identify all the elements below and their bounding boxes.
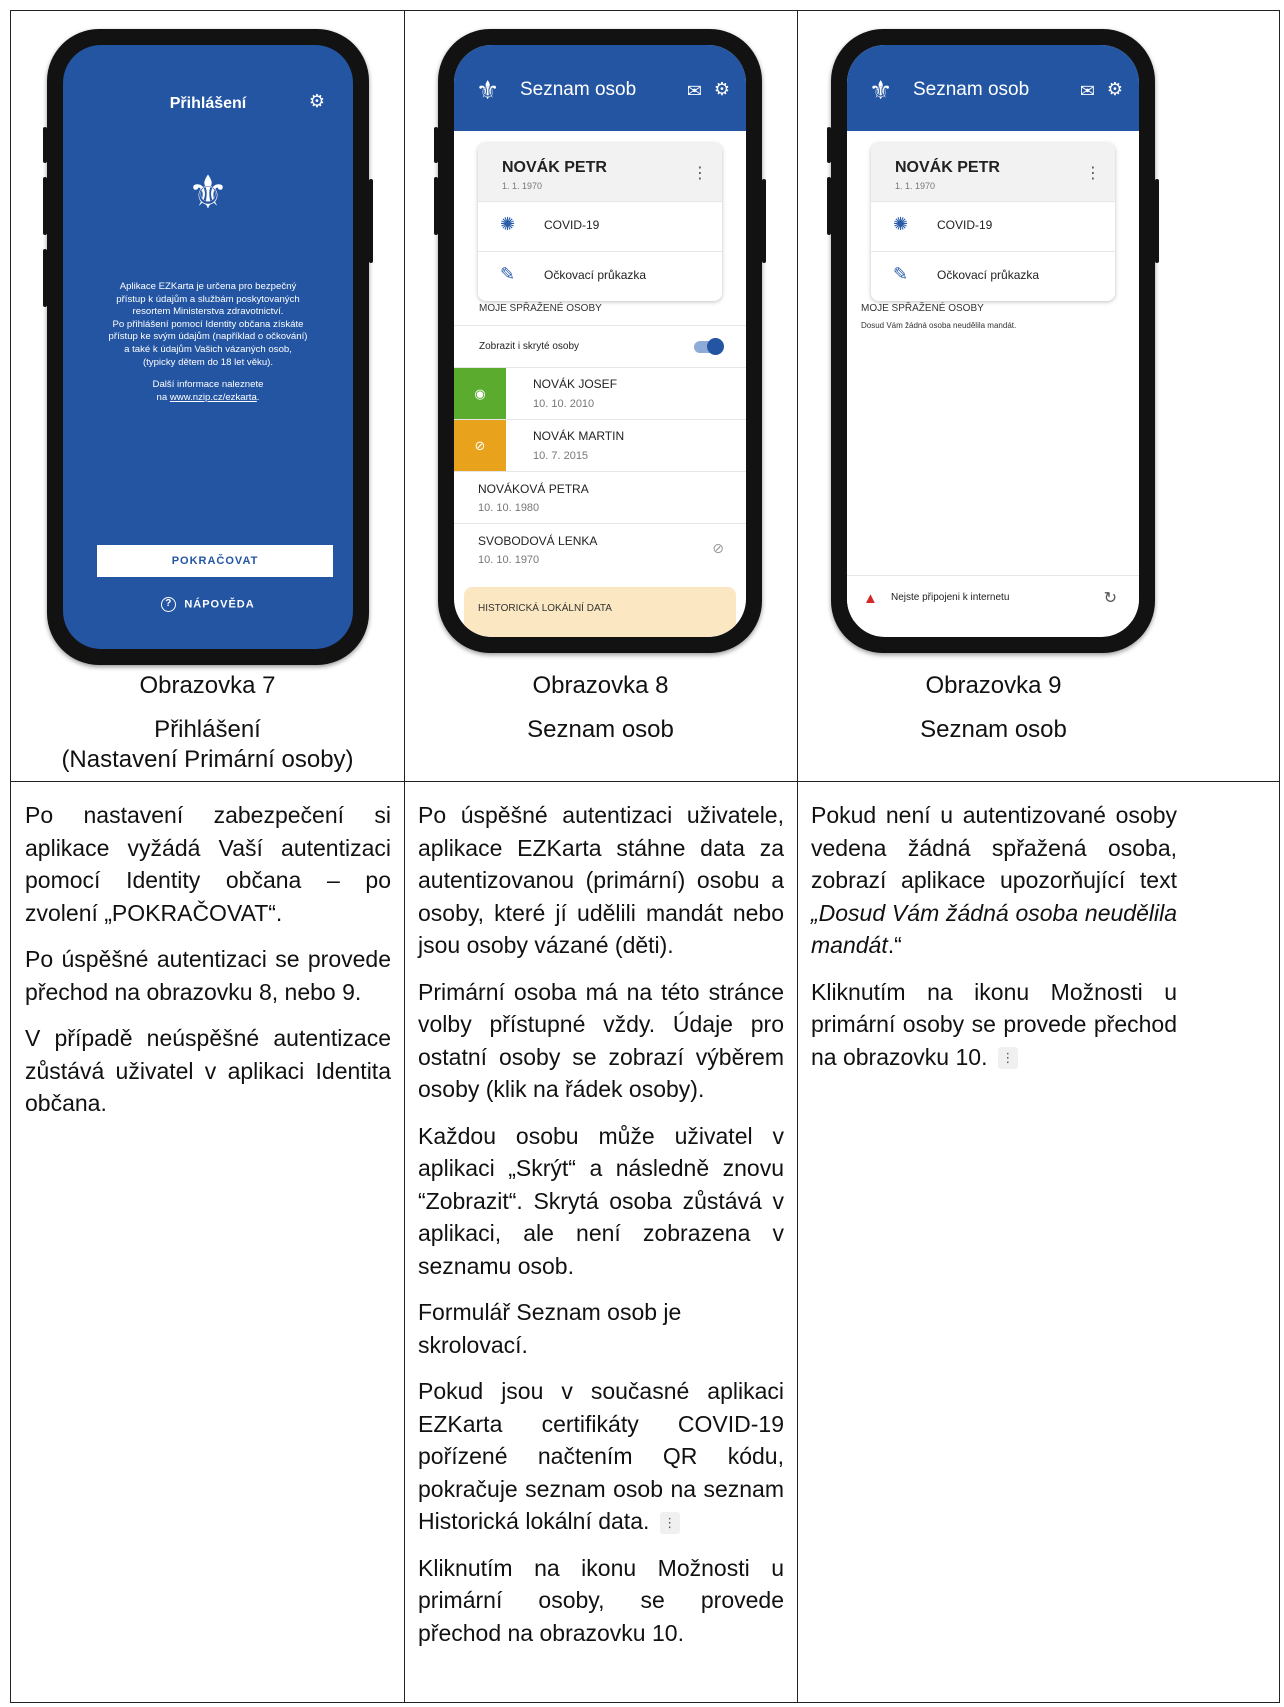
warning-icon: ▲	[863, 590, 878, 607]
lion-emblem-icon: ⚜	[187, 166, 229, 218]
login-screen: Přihlášení ⚙ ⚜ Aplikace EZKarta je určen…	[63, 45, 353, 649]
help-button[interactable]: ? NÁPOVĚDA	[63, 597, 353, 612]
mail-icon[interactable]: ✉	[1080, 81, 1095, 102]
primary-person-card[interactable]: NOVÁK PETR 1. 1. 1970 ⋮ ✺ COVID-19 ✎ Očk…	[478, 143, 722, 301]
toggle-row: Zobrazit i skryté osoby	[454, 325, 746, 367]
covid-row[interactable]: ✺ COVID-19	[478, 201, 722, 251]
more-options-icon[interactable]: ⋮	[1085, 163, 1101, 183]
primary-person-card[interactable]: NOVÁK PETR 1. 1. 1970 ⋮ ✺ COVID-19 ✎ Očk…	[871, 143, 1115, 301]
offline-bar: ▲ Nejste připojeni k internetu ↻	[847, 575, 1139, 621]
eye-icon: ◉	[454, 368, 506, 420]
mail-icon[interactable]: ✉	[687, 81, 702, 102]
continue-button[interactable]: POKRAČOVAT	[97, 545, 333, 577]
phone-screen-7: Přihlášení ⚙ ⚜ Aplikace EZKarta je určen…	[43, 29, 373, 665]
help-icon: ?	[161, 597, 177, 612]
lion-logo-icon: ⚜	[869, 75, 893, 105]
primary-name: NOVÁK PETR	[895, 159, 1000, 176]
primary-name: NOVÁK PETR	[502, 159, 607, 176]
history-section[interactable]: HISTORICKÁ LOKÁLNÍ DATA	[464, 587, 736, 637]
more-options-icon: ⋮	[997, 1047, 1018, 1070]
linked-persons-header: MOJE SPŘAŽENÉ OSOBY	[861, 303, 984, 314]
row-divider	[11, 781, 1279, 782]
virus-icon: ✺	[893, 214, 909, 234]
more-options-icon[interactable]: ⋮	[692, 163, 708, 183]
info-link[interactable]: www.nzip.cz/ezkarta	[170, 392, 257, 403]
list-item-person[interactable]: ◉ NOVÁK JOSEF 10. 10. 2010	[454, 367, 746, 420]
phone-screen-9: ⚜ Seznam osob ✉ ⚙ NOVÁK PETR 1. 1. 1970 …	[827, 29, 1159, 653]
list-item-person[interactable]: SVOBODOVÁ LENKA 10. 10. 1970 ⊘	[454, 523, 746, 575]
list-item-person[interactable]: ⊘ NOVÁK MARTIN 10. 7. 2015	[454, 419, 746, 472]
gear-icon[interactable]: ⚙	[309, 91, 325, 112]
lion-logo-icon: ⚜	[476, 75, 500, 105]
column-divider	[404, 11, 405, 1702]
vaccination-row[interactable]: ✎ Očkovací průkazka	[871, 251, 1115, 301]
show-hidden-toggle[interactable]	[694, 338, 724, 355]
caption-screen-8: Obrazovka 8 Seznam osob	[527, 672, 674, 743]
more-options-icon: ⋮	[659, 1511, 680, 1534]
caption-screen-7: Obrazovka 7 Přihlášení (Nastavení Primár…	[61, 672, 354, 773]
app-bar: ⚜ Seznam osob ✉ ⚙	[454, 45, 746, 131]
refresh-icon[interactable]: ↻	[1104, 588, 1117, 608]
list-item-person[interactable]: NOVÁKOVÁ PETRA 10. 10. 1980	[454, 471, 746, 523]
empty-message: Dosud Vám žádná osoba neudělila mandát.	[861, 321, 1017, 330]
column-divider	[797, 11, 798, 1702]
primary-dob: 1. 1. 1970	[502, 181, 543, 191]
covid-row[interactable]: ✺ COVID-19	[871, 201, 1115, 251]
info-text: Aplikace EZKarta je určena pro bezpečný …	[108, 281, 308, 403]
phone-screen-8: ⚜ Seznam osob ✉ ⚙ NOVÁK PETR 1. 1. 1970 …	[434, 29, 766, 653]
app-bar: ⚜ Seznam osob ✉ ⚙	[847, 45, 1139, 131]
eye-off-icon: ⊘	[454, 420, 506, 472]
syringe-icon: ✎	[500, 264, 516, 284]
vaccination-row[interactable]: ✎ Očkovací průkazka	[478, 251, 722, 301]
screen-title: Seznam osob	[520, 79, 637, 100]
eye-off-icon[interactable]: ⊘	[712, 540, 724, 557]
person-list-screen: ⚜ Seznam osob ✉ ⚙ NOVÁK PETR 1. 1. 1970 …	[454, 45, 746, 637]
screen-title: Seznam osob	[913, 79, 1030, 100]
description-screen-9: Pokud není u autentizované osoby vedena …	[811, 802, 1177, 1070]
virus-icon: ✺	[500, 214, 516, 234]
gear-icon[interactable]: ⚙	[1107, 79, 1123, 100]
document-table: Přihlášení ⚙ ⚜ Aplikace EZKarta je určen…	[10, 10, 1280, 1703]
description-screen-7: Po nastavení zabezpečení si aplikace vyž…	[25, 802, 391, 1116]
description-screen-8: Po úspěšné autentizaci uživatele, aplika…	[418, 802, 784, 1646]
primary-dob: 1. 1. 1970	[895, 181, 936, 191]
syringe-icon: ✎	[893, 264, 909, 284]
linked-persons-header: MOJE SPŘAŽENÉ OSOBY	[479, 303, 602, 314]
person-list-empty-screen: ⚜ Seznam osob ✉ ⚙ NOVÁK PETR 1. 1. 1970 …	[847, 45, 1139, 637]
caption-screen-9: Obrazovka 9 Seznam osob	[920, 672, 1067, 743]
gear-icon[interactable]: ⚙	[714, 79, 730, 100]
